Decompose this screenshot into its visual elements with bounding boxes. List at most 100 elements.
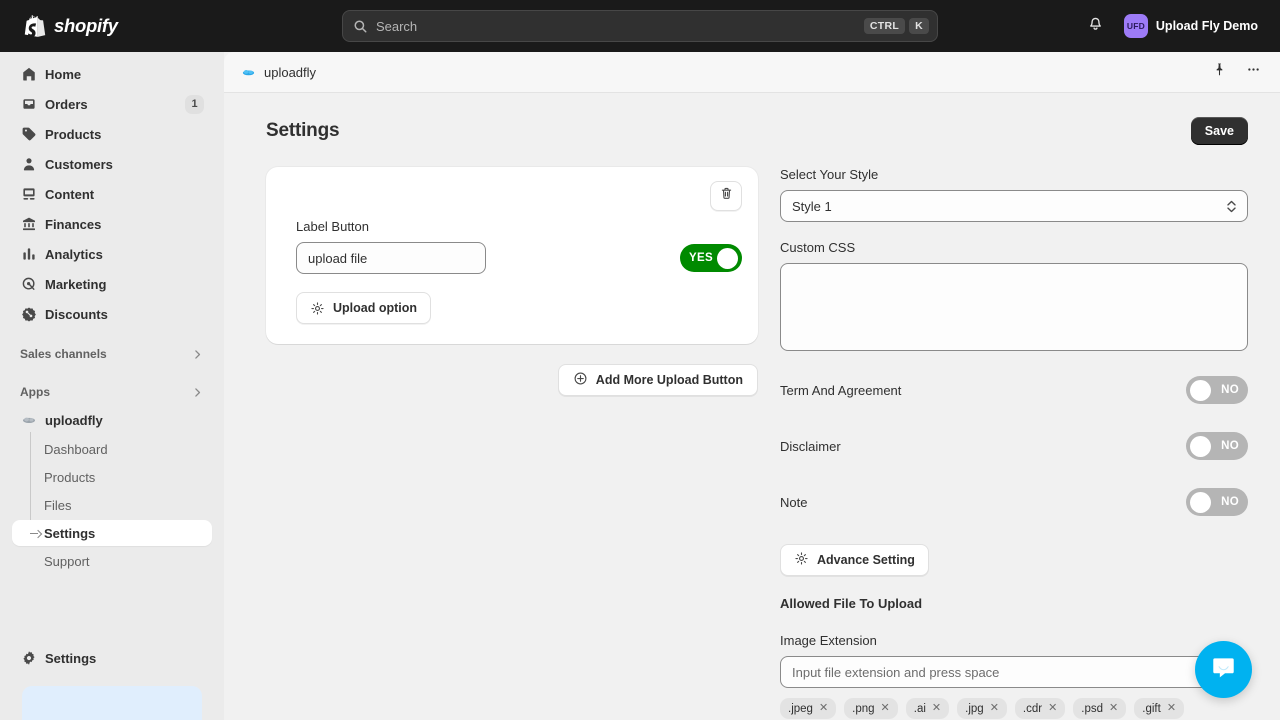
extension-tag[interactable]: .psd ✕ bbox=[1073, 698, 1126, 719]
search-shortcut: CTRL K bbox=[864, 18, 929, 35]
remove-tag-icon[interactable]: ✕ bbox=[932, 703, 941, 714]
toggle-knob bbox=[1190, 380, 1211, 401]
remove-tag-icon[interactable]: ✕ bbox=[1167, 703, 1176, 714]
add-more-label: Add More Upload Button bbox=[596, 373, 743, 387]
note-label: Note bbox=[780, 495, 1186, 510]
delete-upload-button[interactable] bbox=[710, 181, 742, 211]
toggle-knob bbox=[1190, 492, 1211, 513]
remove-tag-icon[interactable]: ✕ bbox=[819, 703, 828, 714]
sidebar-item-dashboard[interactable]: Dashboard bbox=[12, 436, 212, 462]
extension-tag[interactable]: .gift ✕ bbox=[1134, 698, 1184, 719]
sidebar-item-products[interactable]: Products bbox=[12, 120, 212, 148]
analytics-bar-icon bbox=[20, 246, 37, 263]
sidebar-item-app-products[interactable]: Products bbox=[12, 464, 212, 490]
label-button-input[interactable] bbox=[296, 242, 486, 274]
advance-setting-button[interactable]: Advance Setting bbox=[780, 544, 929, 576]
pin-app-button[interactable] bbox=[1206, 59, 1232, 85]
sales-channels-label: Sales channels bbox=[20, 347, 191, 361]
user-menu-button[interactable]: UFD Upload Fly Demo bbox=[1120, 10, 1266, 42]
style-select[interactable]: Style 1 bbox=[780, 190, 1248, 222]
shopify-brand[interactable]: shopify bbox=[14, 14, 200, 38]
extension-tag[interactable]: .ai ✕ bbox=[906, 698, 949, 719]
term-and-agreement-toggle[interactable]: NO bbox=[1186, 376, 1248, 404]
shopify-bag-icon bbox=[24, 14, 46, 38]
gear-icon bbox=[794, 551, 809, 569]
sidebar-item-label: Marketing bbox=[45, 277, 204, 292]
app-bar-title: uploadfly bbox=[264, 65, 1198, 80]
sidebar-item-discounts[interactable]: Discounts bbox=[12, 300, 212, 328]
allowed-files-title: Allowed File To Upload bbox=[780, 596, 1248, 611]
sidebar-item-support[interactable]: Support bbox=[12, 548, 212, 574]
sidebar-item-finances[interactable]: Finances bbox=[12, 210, 212, 238]
upload-option-button[interactable]: Upload option bbox=[296, 292, 431, 324]
pin-icon bbox=[1212, 62, 1227, 82]
style-select-wrapper: Style 1 bbox=[780, 190, 1248, 222]
save-button[interactable]: Save bbox=[1191, 117, 1248, 145]
sidebar-item-home[interactable]: Home bbox=[12, 60, 212, 88]
extension-tag-label: .ai bbox=[914, 703, 926, 715]
disclaimer-toggle[interactable]: NO bbox=[1186, 432, 1248, 460]
notifications-button[interactable] bbox=[1080, 10, 1112, 42]
remove-tag-icon[interactable]: ✕ bbox=[990, 703, 999, 714]
sub-item-label: Products bbox=[44, 470, 95, 485]
sidebar-item-settings[interactable]: Settings bbox=[12, 644, 212, 672]
remove-tag-icon[interactable]: ✕ bbox=[1048, 703, 1057, 714]
term-and-agreement-row: Term And Agreement NO bbox=[780, 376, 1248, 404]
note-row: Note NO bbox=[780, 488, 1248, 516]
sidebar-item-label: Products bbox=[45, 127, 204, 142]
sidebar-item-label: Home bbox=[45, 67, 204, 82]
sidebar-section-sales-channels[interactable]: Sales channels bbox=[12, 340, 212, 368]
sidebar-item-label: Customers bbox=[45, 157, 204, 172]
avatar: UFD bbox=[1124, 14, 1148, 38]
sidebar-item-label: Content bbox=[45, 187, 204, 202]
upload-button-enabled-toggle[interactable]: YES bbox=[680, 244, 742, 272]
extension-tag[interactable]: .cdr ✕ bbox=[1015, 698, 1065, 719]
global-topbar: shopify Search CTRL K bbox=[0, 0, 1280, 52]
upload-buttons-column: Label Button YES bbox=[266, 167, 758, 396]
extension-tag-label: .png bbox=[852, 703, 874, 715]
sidebar-item-app-settings[interactable]: Settings bbox=[12, 520, 212, 546]
sidebar-item-customers[interactable]: Customers bbox=[12, 150, 212, 178]
note-toggle[interactable]: NO bbox=[1186, 488, 1248, 516]
topbar-actions: UFD Upload Fly Demo bbox=[1080, 10, 1266, 42]
sidebar-item-marketing[interactable]: Marketing bbox=[12, 270, 212, 298]
customer-person-icon bbox=[20, 156, 37, 173]
extension-tag-label: .psd bbox=[1081, 703, 1103, 715]
label-button-label: Label Button bbox=[296, 219, 742, 234]
remove-tag-icon[interactable]: ✕ bbox=[1109, 703, 1118, 714]
toggle-state-label: NO bbox=[1221, 496, 1239, 508]
remove-tag-icon[interactable]: ✕ bbox=[881, 703, 890, 714]
chat-launcher-button[interactable] bbox=[1195, 641, 1252, 698]
extension-tag[interactable]: .jpg ✕ bbox=[957, 698, 1007, 719]
image-extension-input[interactable] bbox=[780, 656, 1248, 688]
brand-wordmark: shopify bbox=[54, 15, 118, 37]
chevron-right-icon bbox=[191, 348, 204, 361]
sidebar-item-orders[interactable]: Orders 1 bbox=[12, 90, 212, 118]
home-icon bbox=[20, 66, 37, 83]
sidebar-footer: Settings bbox=[12, 644, 212, 680]
shortcut-modifier: CTRL bbox=[864, 18, 905, 35]
search-input[interactable]: Search CTRL K bbox=[342, 10, 938, 42]
sidebar-item-label: Analytics bbox=[45, 247, 204, 262]
extension-tag[interactable]: .jpeg ✕ bbox=[780, 698, 836, 719]
sub-item-label: Support bbox=[44, 554, 90, 569]
app-shell: Home Orders 1 Products Customers C bbox=[0, 52, 1280, 720]
sidebar-promo-banner[interactable] bbox=[22, 686, 202, 720]
extension-tag-label: .cdr bbox=[1023, 703, 1042, 715]
orders-inbox-icon bbox=[20, 96, 37, 113]
primary-sidebar: Home Orders 1 Products Customers C bbox=[0, 52, 224, 720]
page-content: Settings Save bbox=[224, 93, 1280, 720]
sidebar-item-content[interactable]: Content bbox=[12, 180, 212, 208]
app-more-menu-button[interactable] bbox=[1240, 59, 1266, 85]
sidebar-item-files[interactable]: Files bbox=[12, 492, 212, 518]
upload-option-label: Upload option bbox=[333, 301, 417, 315]
add-more-upload-button[interactable]: Add More Upload Button bbox=[558, 364, 758, 396]
search-icon bbox=[353, 19, 368, 34]
sidebar-spacer bbox=[12, 576, 212, 644]
sidebar-item-analytics[interactable]: Analytics bbox=[12, 240, 212, 268]
custom-css-textarea[interactable] bbox=[780, 263, 1248, 351]
sidebar-section-apps[interactable]: Apps bbox=[12, 378, 212, 406]
extension-tag[interactable]: .png ✕ bbox=[844, 698, 898, 719]
shortcut-key: K bbox=[909, 18, 929, 35]
sidebar-item-uploadfly[interactable]: uploadfly bbox=[12, 406, 212, 434]
